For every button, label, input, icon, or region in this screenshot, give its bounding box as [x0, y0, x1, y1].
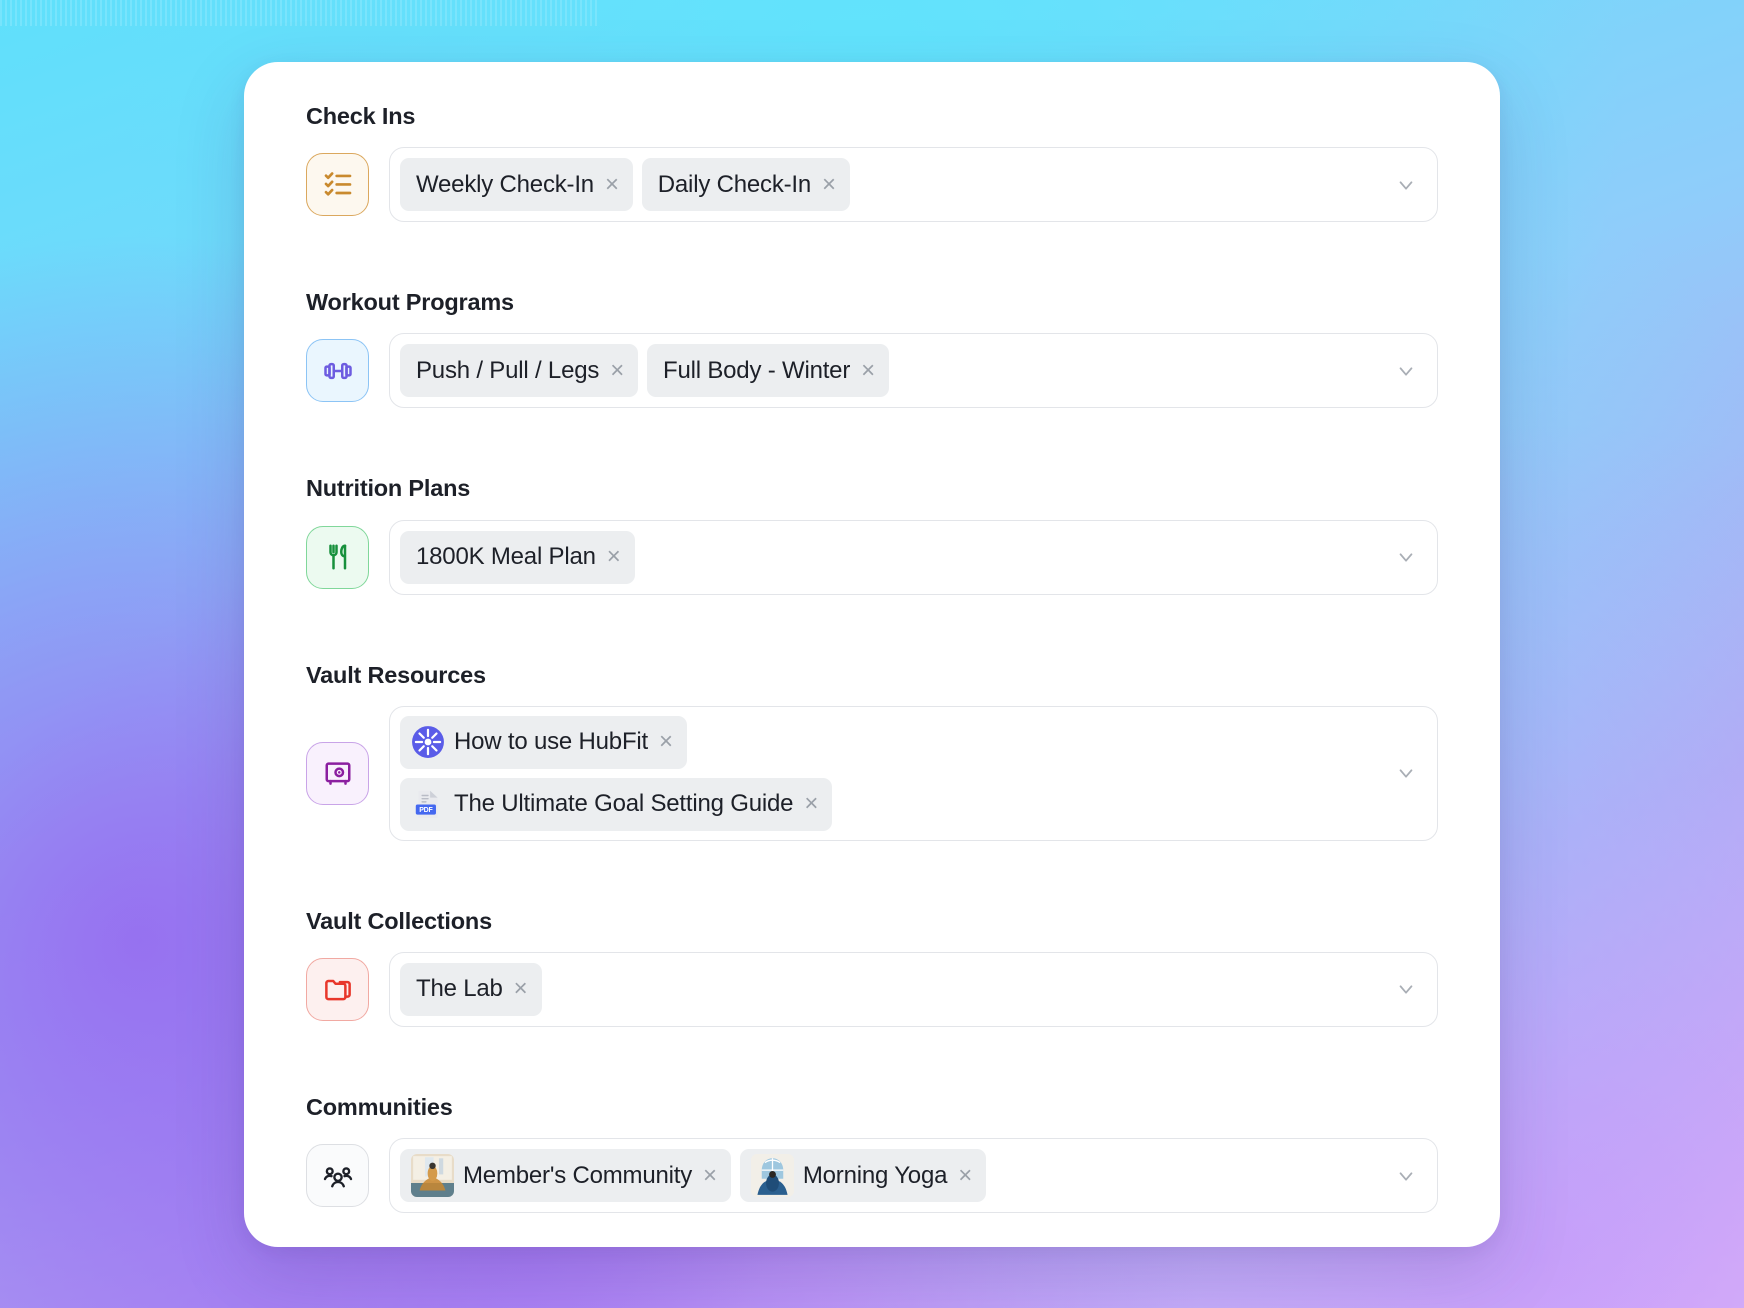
chip-list-vault-collections: The Lab × — [400, 962, 1423, 1016]
chip[interactable]: How to use HubFit × — [400, 715, 687, 769]
chip[interactable]: Full Body - Winter × — [647, 344, 889, 398]
section-workout-programs: Workout Programs Push / Pull / Legs × Fu… — [306, 288, 1438, 409]
field-row-vault-collections: The Lab × — [306, 951, 1438, 1027]
chip-remove-icon[interactable]: × — [605, 172, 619, 197]
chip[interactable]: Member's Community × — [400, 1149, 731, 1203]
chip[interactable]: Weekly Check-In × — [400, 158, 633, 212]
chip[interactable]: PDF The Ultimate Goal Setting Guide × — [400, 777, 833, 831]
select-check-ins[interactable]: Weekly Check-In × Daily Check-In × — [389, 147, 1438, 223]
chip-label: Weekly Check-In — [416, 170, 594, 198]
checklist-icon — [306, 153, 369, 217]
chip[interactable]: The Lab × — [400, 962, 542, 1016]
chip[interactable]: Push / Pull / Legs × — [400, 344, 639, 398]
chip-label: Daily Check-In — [657, 170, 812, 198]
chevron-down-icon[interactable] — [1395, 762, 1417, 784]
folders-icon — [306, 957, 369, 1021]
select-vault-collections[interactable]: The Lab × — [389, 951, 1438, 1027]
chip-remove-icon[interactable]: × — [659, 730, 673, 754]
select-vault-resources[interactable]: How to use HubFit × PDF The Ultimate Goa… — [389, 705, 1438, 841]
chip-remove-icon[interactable]: × — [607, 545, 621, 569]
chip-label: 1800K Meal Plan — [416, 543, 596, 571]
field-row-check-ins: Weekly Check-In × Daily Check-In × — [306, 147, 1438, 223]
chip-remove-icon[interactable]: × — [861, 358, 875, 383]
select-workout-programs[interactable]: Push / Pull / Legs × Full Body - Winter … — [389, 333, 1438, 409]
chip[interactable]: Daily Check-In × — [641, 158, 850, 212]
section-label-check-ins: Check Ins — [306, 103, 416, 129]
chevron-down-icon[interactable] — [1395, 1165, 1417, 1187]
chip-label: How to use HubFit — [454, 728, 649, 756]
section-label-vault-collections: Vault Collections — [306, 907, 492, 934]
field-row-workout-programs: Push / Pull / Legs × Full Body - Winter … — [306, 333, 1438, 409]
avatar — [411, 1154, 454, 1198]
select-communities[interactable]: Member's Community × Morning Yoga × — [389, 1138, 1438, 1214]
field-row-communities: Member's Community × Morning Yoga × — [306, 1138, 1438, 1214]
chevron-down-icon[interactable] — [1395, 360, 1417, 382]
vault-safe-icon — [306, 741, 369, 805]
chip-list-vault-resources: How to use HubFit × PDF The Ultimate Goa… — [400, 715, 1423, 831]
chip-list-workout-programs: Push / Pull / Legs × Full Body - Winter … — [400, 344, 1423, 398]
chip-label: Member's Community — [463, 1161, 693, 1189]
chip-remove-icon[interactable]: × — [804, 792, 818, 816]
fork-knife-icon — [306, 525, 369, 589]
chip-remove-icon[interactable]: × — [610, 358, 624, 383]
chip-label: Push / Pull / Legs — [416, 356, 600, 384]
background-texture — [0, 0, 600, 26]
chevron-down-icon[interactable] — [1395, 978, 1417, 1000]
section-vault-resources: Vault Resources How to use HubFit × PDF … — [306, 661, 1438, 841]
section-vault-collections: Vault Collections The Lab × — [306, 907, 1438, 1027]
chip[interactable]: Morning Yoga × — [739, 1149, 987, 1203]
people-group-icon — [306, 1144, 369, 1208]
select-nutrition-plans[interactable]: 1800K Meal Plan × — [389, 519, 1438, 595]
chip[interactable]: 1800K Meal Plan × — [400, 530, 635, 584]
chip-remove-icon[interactable]: × — [822, 172, 836, 197]
chip-label: The Lab — [416, 975, 503, 1003]
section-communities: Communities Member's Community × Morning… — [306, 1093, 1438, 1214]
chip-label: Full Body - Winter — [663, 356, 851, 384]
section-check-ins: Check Ins Weekly Check-In × Daily Check-… — [306, 102, 1438, 223]
chip-label: Morning Yoga — [802, 1161, 948, 1189]
chip-list-check-ins: Weekly Check-In × Daily Check-In × — [400, 158, 1423, 212]
svg-text:PDF: PDF — [419, 807, 433, 814]
chip-label: The Ultimate Goal Setting Guide — [454, 790, 794, 818]
field-row-nutrition-plans: 1800K Meal Plan × — [306, 519, 1438, 595]
chevron-down-icon[interactable] — [1395, 174, 1417, 196]
dumbbell-icon — [306, 339, 369, 403]
avatar — [750, 1154, 794, 1198]
chip-remove-icon[interactable]: × — [703, 1163, 717, 1188]
relationships-card: Check Ins Weekly Check-In × Daily Check-… — [244, 62, 1500, 1247]
chevron-down-icon[interactable] — [1395, 546, 1417, 568]
section-label-nutrition-plans: Nutrition Plans — [306, 475, 471, 502]
section-label-workout-programs: Workout Programs — [306, 289, 514, 316]
chip-list-nutrition-plans: 1800K Meal Plan × — [400, 530, 1423, 584]
section-label-communities: Communities — [306, 1093, 453, 1120]
chip-remove-icon[interactable]: × — [514, 977, 528, 1001]
field-row-vault-resources: How to use HubFit × PDF The Ultimate Goa… — [306, 705, 1438, 841]
section-label-vault-resources: Vault Resources — [306, 661, 486, 688]
chip-list-communities: Member's Community × Morning Yoga × — [400, 1149, 1423, 1203]
chip-remove-icon[interactable]: × — [958, 1163, 972, 1188]
hubfit-sunburst-icon — [411, 725, 445, 759]
pdf-file-icon: PDF — [411, 787, 445, 821]
section-nutrition-plans: Nutrition Plans 1800K Meal Plan × — [306, 474, 1438, 595]
